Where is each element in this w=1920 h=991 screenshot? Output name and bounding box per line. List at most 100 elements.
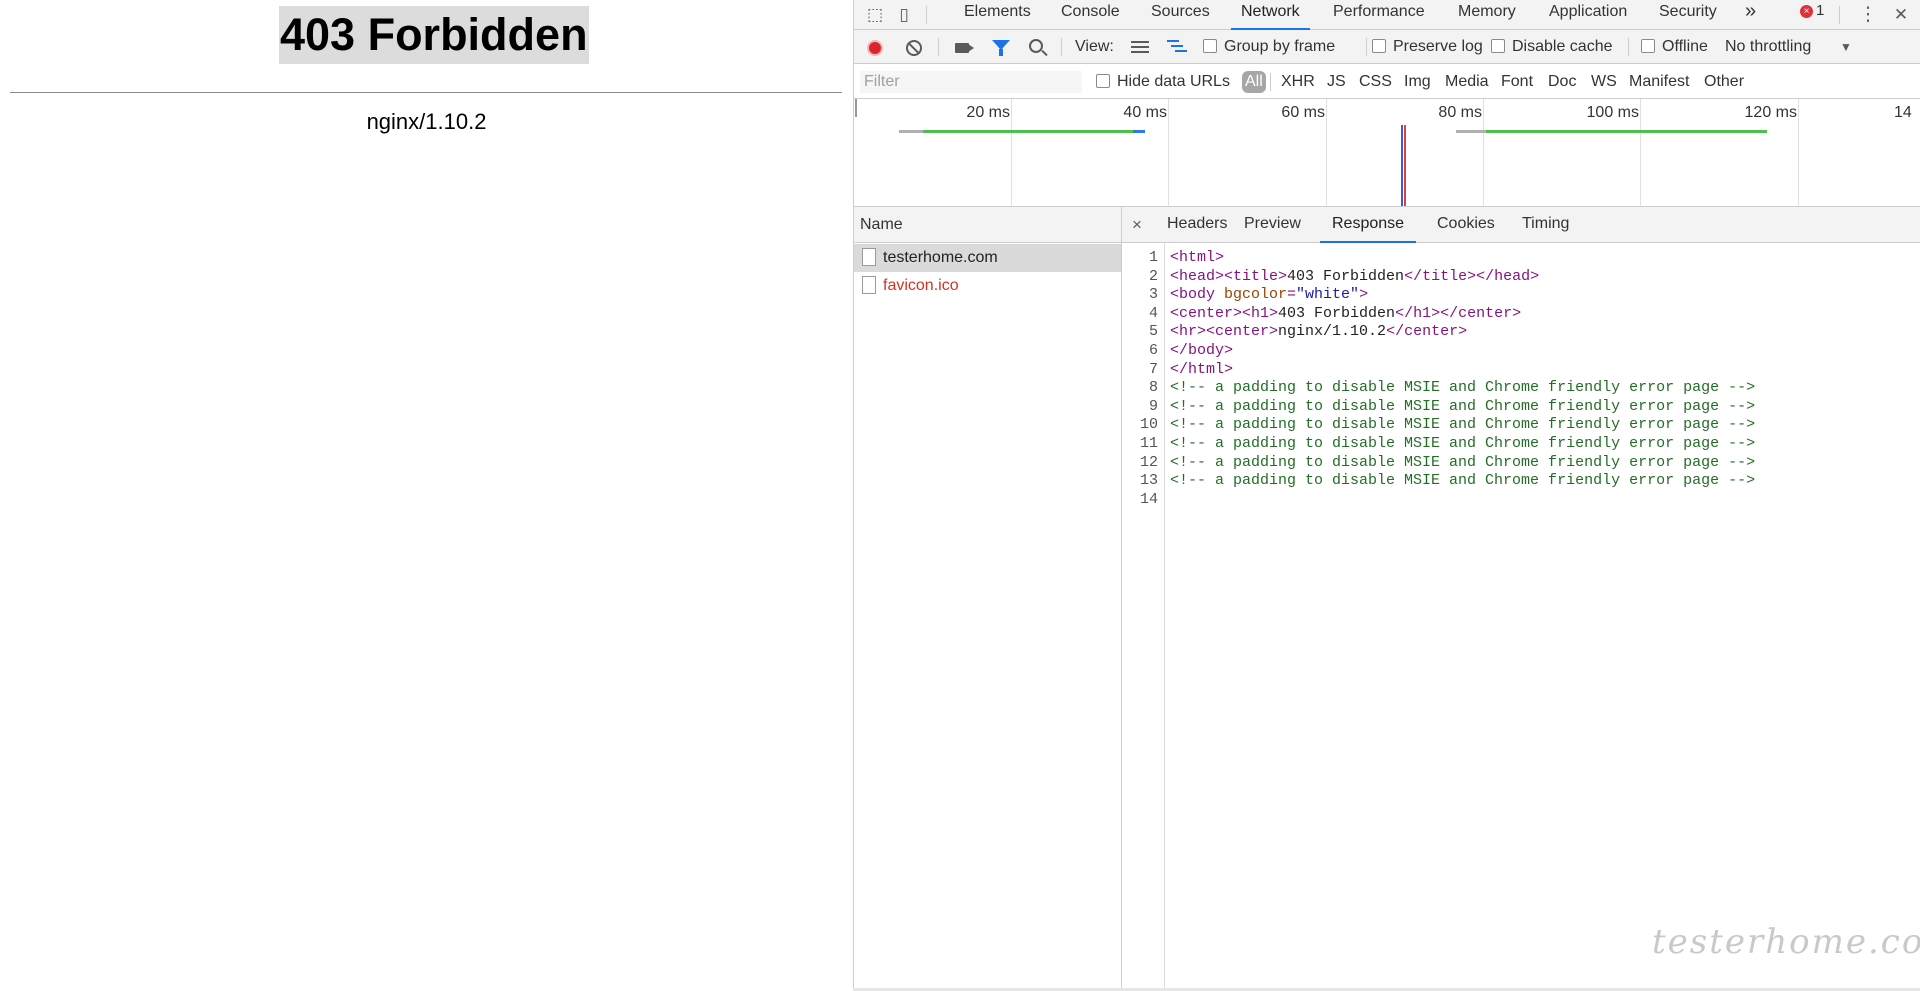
search-icon[interactable] xyxy=(1029,39,1043,53)
filter-bar: Hide data URLs All XHR JS CSS Img Media … xyxy=(854,64,1920,99)
filter-type-doc[interactable]: Doc xyxy=(1548,64,1576,99)
checkbox-box xyxy=(1372,39,1386,53)
response-body[interactable]: 1 <html> 2 <head><title>403 Forbidden</titl… xyxy=(1122,243,1920,991)
domcontentloaded-marker xyxy=(1401,125,1403,206)
device-toolbar-icon[interactable]: ▯ xyxy=(893,4,915,26)
code-text: <center><h1>403 Forbidden</h1></center> xyxy=(1170,304,1522,322)
tab-application[interactable]: Application xyxy=(1549,0,1627,30)
server-signature: nginx/1.10.2 xyxy=(366,109,487,134)
checkbox-box xyxy=(1491,39,1505,53)
code-text: <!-- a padding to disable MSIE and Chrom… xyxy=(1170,397,1756,415)
tab-security[interactable]: Security xyxy=(1659,0,1717,30)
code-text: <!-- a padding to disable MSIE and Chrom… xyxy=(1170,435,1756,452)
filter-type-manifest[interactable]: Manifest xyxy=(1629,64,1689,99)
filter-type-media[interactable]: Media xyxy=(1445,64,1489,99)
tabbar-divider xyxy=(1839,6,1840,24)
devtools-panel: ⬚ ▯ Elements Console Sources Network Per… xyxy=(853,0,1920,991)
request-name: testerhome.com xyxy=(883,249,998,266)
clear-icon[interactable] xyxy=(906,40,922,56)
group-by-frame-label: Group by frame xyxy=(1224,38,1336,55)
request-name: favicon.ico xyxy=(883,277,959,294)
tab-timing[interactable]: Timing xyxy=(1522,207,1569,243)
code-text: <body bgcolor="white"> xyxy=(1170,286,1369,304)
group-by-frame-checkbox[interactable]: Group by frame xyxy=(1203,30,1335,64)
preserve-log-label: Preserve log xyxy=(1393,38,1483,55)
more-options-icon[interactable]: ⋮ xyxy=(1857,4,1879,26)
filter-divider xyxy=(1270,73,1271,91)
filter-type-img[interactable]: Img xyxy=(1404,64,1431,99)
line-number: 4 xyxy=(1148,304,1158,322)
close-devtools-icon[interactable]: ✕ xyxy=(1890,4,1912,26)
filter-type-css[interactable]: CSS xyxy=(1359,64,1392,99)
line-number: 10 xyxy=(1139,416,1158,434)
toolbar-divider xyxy=(938,38,939,56)
code-text: <head><title>403 Forbidden</title></head… xyxy=(1170,267,1540,285)
code-text: <!-- a padding to disable MSIE and Chrom… xyxy=(1170,453,1756,471)
error-icon: × xyxy=(1800,5,1813,18)
filter-type-other[interactable]: Other xyxy=(1704,64,1744,99)
line-number: 3 xyxy=(1148,286,1158,304)
tab-cookies[interactable]: Cookies xyxy=(1437,207,1495,243)
filter-type-all[interactable]: All xyxy=(1242,71,1266,93)
hide-data-urls-checkbox[interactable]: Hide data URLs xyxy=(1096,64,1230,99)
tab-sources[interactable]: Sources xyxy=(1151,0,1210,30)
checkbox-box xyxy=(1641,39,1655,53)
request-row[interactable]: favicon.ico xyxy=(854,272,1121,300)
detail-tabbar: × Headers Preview Response Cookies Timin… xyxy=(1122,207,1920,243)
name-column-header[interactable]: Name xyxy=(854,207,1121,243)
disable-cache-checkbox[interactable]: Disable cache xyxy=(1491,30,1613,64)
inspect-element-icon[interactable]: ⬚ xyxy=(864,4,886,26)
tick-label: 80 ms xyxy=(1438,104,1482,121)
tab-performance[interactable]: Performance xyxy=(1333,0,1425,30)
throttling-select[interactable]: No throttling xyxy=(1725,30,1811,64)
document-icon xyxy=(862,276,876,294)
filter-type-ws[interactable]: WS xyxy=(1591,64,1617,99)
offline-checkbox[interactable]: Offline xyxy=(1641,30,1708,64)
filter-type-js[interactable]: JS xyxy=(1327,64,1346,99)
toolbar-divider xyxy=(1628,38,1629,56)
record-icon[interactable] xyxy=(867,40,883,56)
more-tabs-icon[interactable]: » xyxy=(1745,0,1756,30)
request-row[interactable]: testerhome.com xyxy=(854,244,1121,272)
tabbar-divider xyxy=(926,6,927,24)
code-text: <!-- a padding to disable MSIE and Chrom… xyxy=(1170,416,1756,434)
tick-label: 60 ms xyxy=(1281,104,1325,121)
filter-icon[interactable] xyxy=(992,40,1010,56)
forbidden-page: 403 Forbidden nginx/1.10.2 xyxy=(0,0,853,991)
disable-cache-label: Disable cache xyxy=(1512,38,1613,55)
tab-console[interactable]: Console xyxy=(1061,0,1120,30)
code-text: <!-- a padding to disable MSIE and Chrom… xyxy=(1170,379,1756,397)
code-text: <html> xyxy=(1170,249,1225,266)
tab-memory[interactable]: Memory xyxy=(1458,0,1516,30)
devtools-tabbar: ⬚ ▯ Elements Console Sources Network Per… xyxy=(854,0,1920,30)
page-divider xyxy=(10,92,842,93)
line-number: 8 xyxy=(1148,379,1158,397)
chevron-down-icon[interactable]: ▼ xyxy=(1840,30,1852,64)
line-number: 12 xyxy=(1139,453,1158,471)
checkbox-box xyxy=(1203,39,1217,53)
filter-input[interactable] xyxy=(860,71,1082,93)
line-number: 7 xyxy=(1148,360,1158,378)
request-bar-green xyxy=(1486,130,1767,133)
capture-screenshots-icon[interactable] xyxy=(955,43,969,53)
tab-elements[interactable]: Elements xyxy=(964,0,1031,30)
network-toolbar: View: Group by frame Preserve log Disabl… xyxy=(854,30,1920,64)
line-number: 9 xyxy=(1148,397,1158,415)
filter-type-xhr[interactable]: XHR xyxy=(1281,64,1315,99)
network-overview-timeline[interactable]: 20 ms 40 ms 60 ms 80 ms 100 ms 120 ms 14 xyxy=(854,99,1920,207)
tab-network[interactable]: Network xyxy=(1231,0,1310,30)
error-count-badge[interactable]: × 1 xyxy=(1800,2,1824,19)
toolbar-divider xyxy=(1061,38,1062,56)
close-icon[interactable]: × xyxy=(1132,207,1142,243)
line-number: 2 xyxy=(1148,267,1158,285)
large-rows-icon[interactable] xyxy=(1131,41,1149,54)
preserve-log-checkbox[interactable]: Preserve log xyxy=(1372,30,1483,64)
hide-data-urls-label: Hide data URLs xyxy=(1117,73,1230,90)
tab-headers[interactable]: Headers xyxy=(1167,207,1227,243)
request-bar-green xyxy=(923,130,1133,133)
overview-icon[interactable] xyxy=(1167,40,1187,55)
line-number: 1 xyxy=(1148,249,1158,266)
tab-preview[interactable]: Preview xyxy=(1244,207,1301,243)
filter-type-font[interactable]: Font xyxy=(1501,64,1533,99)
tab-response[interactable]: Response xyxy=(1320,207,1417,243)
